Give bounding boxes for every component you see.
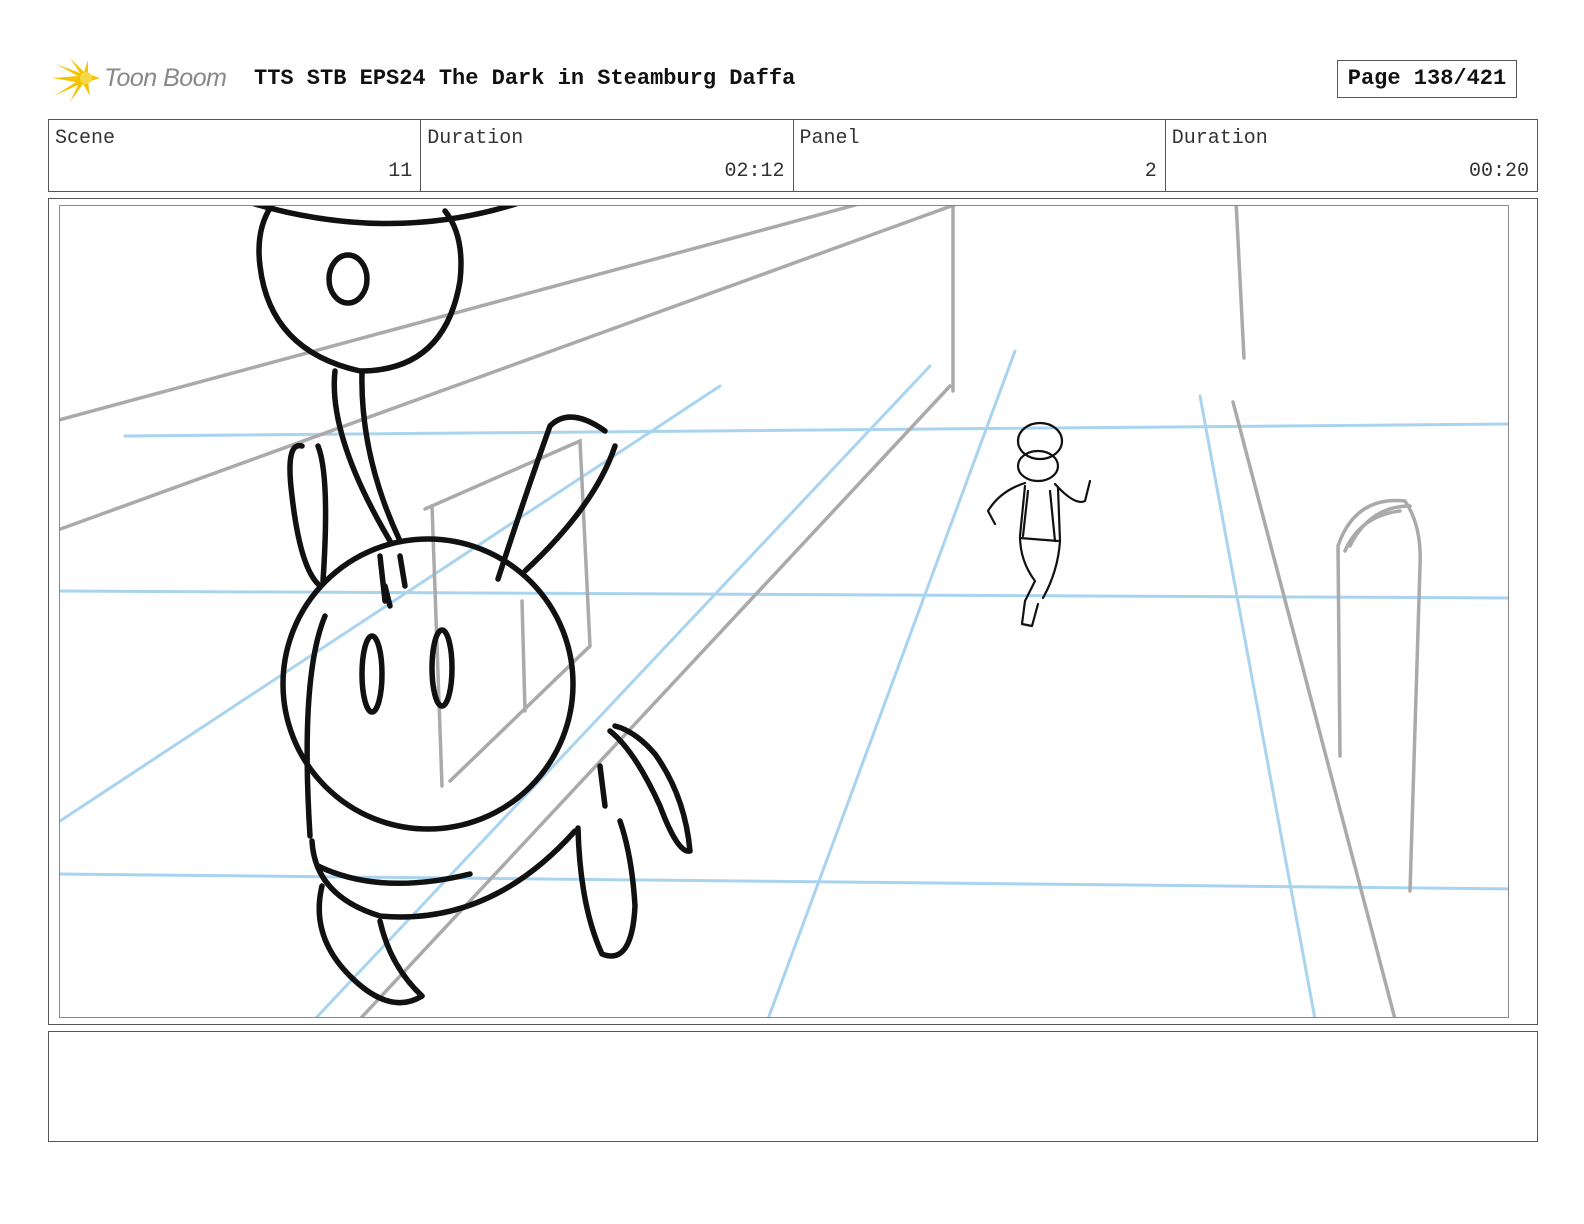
scene-duration-value: 02:12 xyxy=(724,160,785,183)
scene-cell: Scene 11 xyxy=(49,120,422,191)
panel-label: Panel xyxy=(799,127,860,150)
panel-notes-box xyxy=(48,1031,1538,1142)
panel-duration-label: Duration xyxy=(1171,127,1268,150)
logo-text: Toon Boom xyxy=(104,64,227,92)
page-number: Page 138/421 xyxy=(1337,60,1517,98)
panel-duration-value: 00:20 xyxy=(1468,160,1529,183)
panel-cell: Panel 2 xyxy=(794,120,1166,191)
starburst-icon xyxy=(52,58,100,102)
scene-info-table: Scene 11 Duration 02:12 Panel 2 Duration… xyxy=(48,119,1538,192)
storyboard-panel-frame xyxy=(48,198,1538,1025)
scene-label: Scene xyxy=(55,127,116,150)
scene-duration-label: Duration xyxy=(427,127,524,150)
scene-duration-cell: Duration 02:12 xyxy=(421,120,794,191)
scene-value: 11 xyxy=(388,160,413,183)
panel-drawing-area xyxy=(59,205,1509,1018)
sketch-drawing xyxy=(60,206,1508,1017)
panel-duration-cell: Duration 00:20 xyxy=(1166,120,1537,191)
panel-value: 2 xyxy=(1144,160,1157,183)
storyboard-header: Toon Boom TTS STB EPS24 The Dark in Stea… xyxy=(48,56,1538,106)
grey-construction-lines xyxy=(60,206,1422,1017)
toon-boom-logo: Toon Boom xyxy=(48,56,238,106)
document-title: TTS STB EPS24 The Dark in Steamburg Daff… xyxy=(254,66,796,91)
